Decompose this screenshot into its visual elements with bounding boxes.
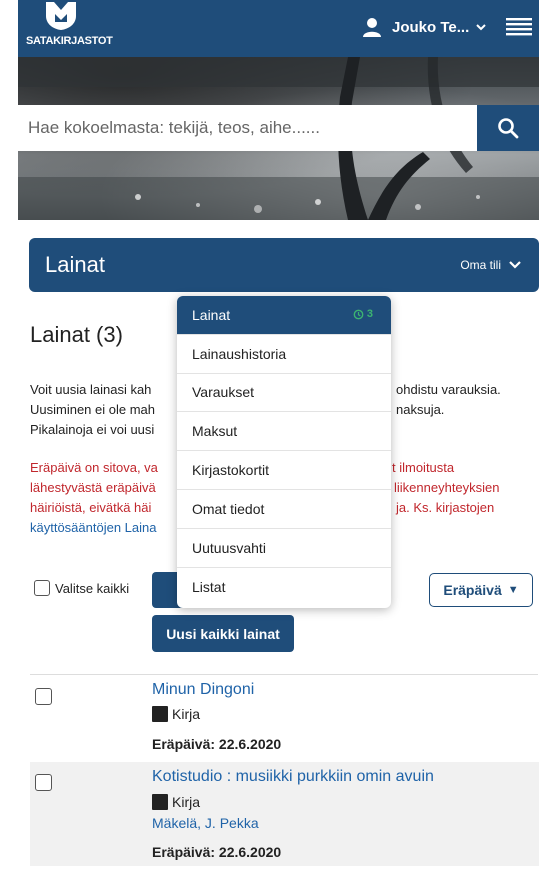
info-line: Pikalainoja ei voi uusi (30, 422, 155, 437)
renew-icon (353, 309, 364, 319)
info-line: Uusiminen ei ole mah (30, 402, 156, 417)
search-input[interactable] (18, 105, 477, 151)
info-line: Voit uusia lainasi kah (30, 382, 152, 397)
logo-mark-icon (46, 2, 76, 30)
menu-item-kirjastokortit[interactable]: Kirjastokortit (177, 451, 391, 490)
author-link[interactable]: Mäkelä, J. Pekka (152, 815, 259, 831)
menu-item-label: Listat (192, 578, 226, 595)
search-bar (18, 105, 539, 151)
menu-item-label: Varaukset (192, 384, 254, 401)
menu-item-maksut[interactable]: Maksut (177, 412, 391, 452)
material-type-label: Kirja (172, 794, 201, 810)
account-toggle-label: Oma tili (460, 258, 501, 272)
warning-line: lähestyvästä eräpäivä (30, 480, 156, 495)
menu-item-omat-tiedot[interactable]: Omat tiedot (177, 490, 391, 529)
search-button[interactable] (477, 105, 539, 151)
account-menu-toggle[interactable]: Oma tili (460, 258, 521, 272)
menu-item-label: Uutuusvahti (192, 539, 266, 556)
loan-title-link[interactable]: Minun Dingoni (152, 681, 254, 699)
select-all-checkbox[interactable]: Valitse kaikki (34, 580, 129, 596)
select-all-label: Valitse kaikki (55, 580, 130, 596)
menu-item-label: Maksut (192, 423, 238, 440)
material-type: Kirja (152, 794, 200, 810)
loan-checkbox[interactable] (35, 774, 52, 791)
material-type-label: Kirja (172, 706, 201, 722)
triangle-down-icon: ▼ (507, 584, 519, 596)
page-title: Lainat (3) (30, 322, 123, 347)
loan-item: Kotistudio : musiikki purkkiin omin avui… (30, 762, 539, 866)
renew-all-button[interactable]: Uusi kaikki lainat (152, 615, 294, 652)
loan-checkbox[interactable] (35, 688, 52, 705)
logo-text: SATAKIRJASTOT (26, 35, 113, 47)
sort-label: Eräpäivä (443, 582, 502, 598)
loan-item: Minun Dingoni Kirja Eräpäivä: 22.6.2020 (30, 676, 539, 762)
warning-line: liikenneyhteyksien (394, 480, 500, 495)
person-icon (363, 18, 381, 37)
menu-item-label: Omat tiedot (192, 500, 265, 517)
menu-item-label: Lainat (192, 306, 231, 323)
badge-count: 3 (366, 308, 373, 320)
hamburger-menu-icon[interactable] (506, 17, 532, 37)
menu-item-label: Lainaushistoria (192, 345, 287, 362)
rules-link[interactable]: käyttösääntöjen Laina (30, 518, 156, 538)
menu-item-lainaushistoria[interactable]: Lainaushistoria (177, 335, 391, 374)
warning-line: Eräpäivä on sitova, va (30, 460, 158, 475)
account-dropdown-menu: Lainat 3 Lainaushistoria Varaukset Maksu… (177, 296, 391, 608)
sort-dropdown-button[interactable]: Eräpäivä ▼ (429, 573, 533, 607)
section-title: Lainat (45, 252, 105, 277)
user-name: Jouko Te... (392, 18, 470, 36)
user-menu-button[interactable]: Jouko Te... (362, 12, 487, 42)
loan-count-badge: 3 (353, 308, 373, 320)
chevron-down-icon (476, 24, 486, 31)
warning-line: t ilmoitusta (392, 460, 455, 475)
menu-item-lainat[interactable]: Lainat 3 (177, 296, 391, 335)
material-type: Kirja (152, 706, 200, 722)
section-header: Lainat Oma tili (29, 238, 539, 292)
menu-item-listat[interactable]: Listat (177, 568, 391, 607)
warning-line: häiriöistä, eivätkä häi (30, 500, 152, 515)
divider (30, 674, 538, 675)
due-date: Eräpäivä: 22.6.2020 (152, 844, 282, 860)
menu-item-varaukset[interactable]: Varaukset (177, 374, 391, 413)
menu-item-label: Kirjastokortit (192, 462, 270, 479)
info-line: naksuja. (396, 402, 445, 417)
info-line: ohdistu varauksia. (396, 382, 501, 397)
satakirjastot-logo[interactable]: SATAKIRJASTOT (26, 2, 113, 54)
loan-title-link[interactable]: Kotistudio : musiikki purkkiin omin avui… (152, 768, 434, 786)
book-icon (152, 706, 168, 722)
chevron-down-icon (509, 261, 521, 269)
warning-line: ja. Ks. kirjastojen (396, 500, 495, 515)
book-icon (152, 794, 168, 810)
search-icon (498, 118, 519, 139)
checkbox[interactable] (34, 580, 50, 596)
top-navigation-bar: SATAKIRJASTOT Jouko Te... (18, 0, 539, 57)
due-date: Eräpäivä: 22.6.2020 (152, 736, 282, 752)
menu-item-uutuusvahti[interactable]: Uutuusvahti (177, 529, 391, 568)
